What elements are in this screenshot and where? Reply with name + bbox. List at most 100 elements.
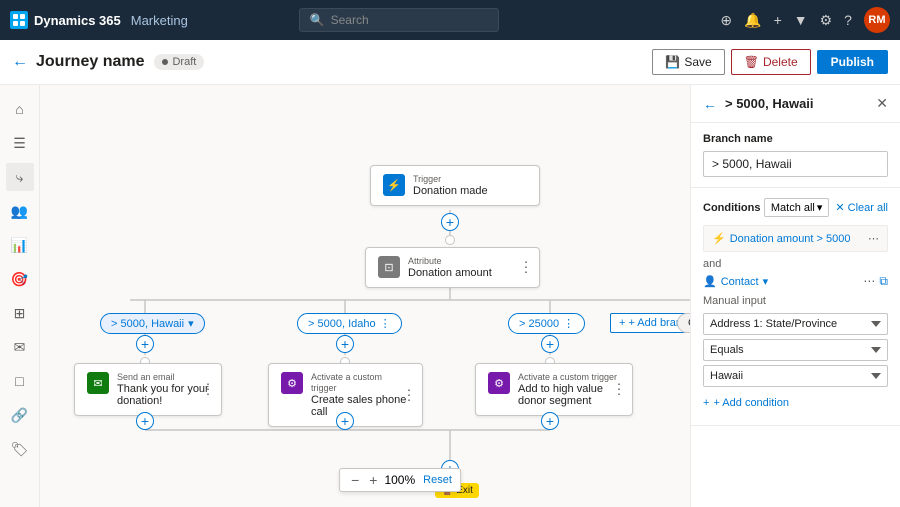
draft-dot xyxy=(162,59,168,65)
zoom-in-button[interactable]: + xyxy=(366,472,380,488)
clear-all-button[interactable]: ✕ Clear all xyxy=(835,201,888,214)
contact-icon: 👤 xyxy=(703,275,717,288)
sidebar-icon-target[interactable]: 🎯 xyxy=(6,265,34,293)
add-condition-button[interactable]: + + Add condition xyxy=(703,391,789,415)
branch-label-25000: > 25000 xyxy=(519,318,559,330)
contact-actions: ⋯ ⧉ xyxy=(863,274,888,289)
page-title: Journey name xyxy=(36,53,144,71)
sub-header: ← Journey name Draft 💾 Save 🗑 Delete Pub… xyxy=(0,40,900,85)
status-badge: Draft xyxy=(154,54,204,70)
sidebar-icon-chart[interactable]: 📊 xyxy=(6,231,34,259)
branch-menu-idaho[interactable]: ⋮ xyxy=(380,317,391,330)
search-box[interactable]: 🔍 Search xyxy=(299,8,499,32)
add-step-b2[interactable]: + xyxy=(336,335,354,353)
email-action-label: Send an email xyxy=(117,372,209,383)
condition-link-text[interactable]: Donation amount > 5000 xyxy=(730,233,868,245)
custom1-action-name: Create sales phone call xyxy=(311,394,410,418)
branch-name-section-label: Branch name xyxy=(703,133,888,145)
settings-icon[interactable]: ⚙ xyxy=(820,12,833,29)
avatar[interactable]: RM xyxy=(864,7,890,33)
custom1-node-menu[interactable]: ⋮ xyxy=(402,386,416,403)
field-select[interactable]: Address 1: State/Province xyxy=(703,313,888,335)
email-icon: ✉ xyxy=(87,372,109,394)
app-module-label: Marketing xyxy=(131,13,188,28)
help-icon[interactable]: ? xyxy=(844,12,852,28)
value-select[interactable]: Hawaii xyxy=(703,365,888,387)
contact-copy-icon[interactable]: ⧉ xyxy=(879,274,888,289)
and-text: and xyxy=(703,258,888,270)
sidebar-icon-journey[interactable]: ⤷ xyxy=(6,163,34,191)
add-after-custom2[interactable]: + xyxy=(541,412,559,430)
conditions-header: Conditions Match all ▾ ✕ Clear all xyxy=(703,198,888,217)
match-all-chevron: ▾ xyxy=(817,201,823,214)
action-email-node[interactable]: ✉ Send an email Thank you for your donat… xyxy=(74,363,222,416)
branch-pill-other[interactable]: Other xyxy=(677,313,690,333)
email-node-menu[interactable]: ⋮ xyxy=(201,381,215,398)
globe-icon[interactable]: ⊕ xyxy=(720,12,732,29)
branch-name-input[interactable] xyxy=(703,151,888,177)
delete-button[interactable]: 🗑 Delete xyxy=(731,49,811,75)
operator-select[interactable]: Equals xyxy=(703,339,888,361)
filter-icon[interactable]: ▼ xyxy=(794,12,808,28)
branch-pill-25000[interactable]: > 25000 ⋮ xyxy=(508,313,585,334)
top-navigation: Dynamics 365 Marketing 🔍 Search ⊕ 🔔 + ▼ … xyxy=(0,0,900,40)
right-panel: ← > 5000, Hawaii ✕ Branch name Condition… xyxy=(690,85,900,507)
clear-all-x: ✕ xyxy=(835,201,844,214)
search-placeholder: Search xyxy=(331,13,369,27)
add-step-b3[interactable]: + xyxy=(541,335,559,353)
contact-chevron: ▾ xyxy=(763,275,769,288)
match-all-button[interactable]: Match all ▾ xyxy=(764,198,830,217)
header-actions: 💾 Save 🗑 Delete Publish xyxy=(652,49,888,75)
action-custom2-node[interactable]: ⚙ Activate a custom trigger Add to high … xyxy=(475,363,633,416)
plus-icon[interactable]: + xyxy=(774,12,782,28)
canvas-inner: ⚡ Trigger Donation made + ⊡ Attribute Do… xyxy=(60,105,690,507)
panel-back-button[interactable]: ← xyxy=(703,96,717,112)
branch-label-idaho: > 5000, Idaho xyxy=(308,318,376,330)
connector-dot-1 xyxy=(445,235,455,245)
sidebar-icon-box[interactable]: □ xyxy=(6,367,34,395)
publish-button[interactable]: Publish xyxy=(817,50,888,74)
contact-row: 👤 Contact ▾ ⋯ ⧉ xyxy=(703,274,888,289)
back-button[interactable]: ← xyxy=(12,53,28,71)
conditions-title: Conditions xyxy=(703,202,764,214)
zoom-reset-button[interactable]: Reset xyxy=(423,474,452,486)
sidebar-icon-1[interactable]: ☰ xyxy=(6,129,34,157)
save-button[interactable]: 💾 Save xyxy=(652,49,724,75)
main-content: ⌂ ☰ ⤷ 👥 📊 🎯 ⊞ ✉ □ 🔗 🏷 xyxy=(0,85,900,507)
sidebar-icon-home[interactable]: ⌂ xyxy=(6,95,34,123)
app-name-label: Dynamics 365 xyxy=(34,13,121,28)
trigger-node[interactable]: ⚡ Trigger Donation made xyxy=(370,165,540,206)
sidebar-icon-people[interactable]: 👥 xyxy=(6,197,34,225)
branch-pill-idaho[interactable]: > 5000, Idaho ⋮ xyxy=(297,313,402,334)
trigger-label: Trigger xyxy=(413,174,488,185)
attribute-name: Donation amount xyxy=(408,267,492,279)
add-after-email[interactable]: + xyxy=(136,412,154,430)
bell-icon[interactable]: 🔔 xyxy=(744,12,761,29)
add-condition-plus-icon: + xyxy=(703,397,709,409)
branch-menu-25000[interactable]: ⋮ xyxy=(563,317,574,330)
attribute-node[interactable]: ⊡ Attribute Donation amount ⋮ xyxy=(365,247,540,288)
branch-pill-hawaii[interactable]: > 5000, Hawaii ▾ xyxy=(100,313,205,334)
sidebar-icon-link[interactable]: 🔗 xyxy=(6,401,34,429)
panel-close-button[interactable]: ✕ xyxy=(876,95,888,112)
sidebar-icon-grid[interactable]: ⊞ xyxy=(6,299,34,327)
condition-more-icon[interactable]: ⋯ xyxy=(868,232,879,245)
clear-all-label: Clear all xyxy=(848,202,888,214)
add-between-trigger-attr[interactable]: + xyxy=(441,213,459,231)
sidebar-icon-tag[interactable]: 🏷 xyxy=(6,435,34,463)
attribute-label: Attribute xyxy=(408,256,492,267)
add-step-b1[interactable]: + xyxy=(136,335,154,353)
contact-more-icon[interactable]: ⋯ xyxy=(863,274,875,289)
add-branch-plus-icon: + xyxy=(619,317,625,329)
sidebar-icon-mail[interactable]: ✉ xyxy=(6,333,34,361)
zoom-out-button[interactable]: − xyxy=(348,472,362,488)
add-condition-label: + Add condition xyxy=(713,397,789,409)
zoom-level-label: 100% xyxy=(384,473,415,487)
add-after-custom1[interactable]: + xyxy=(336,412,354,430)
panel-header: ← > 5000, Hawaii ✕ xyxy=(691,85,900,123)
custom1-action-label: Activate a custom trigger xyxy=(311,372,410,394)
custom2-action-label: Activate a custom trigger xyxy=(518,372,620,383)
attribute-menu-icon[interactable]: ⋮ xyxy=(519,259,533,276)
custom2-node-menu[interactable]: ⋮ xyxy=(612,381,626,398)
custom1-icon: ⚙ xyxy=(281,372,303,394)
